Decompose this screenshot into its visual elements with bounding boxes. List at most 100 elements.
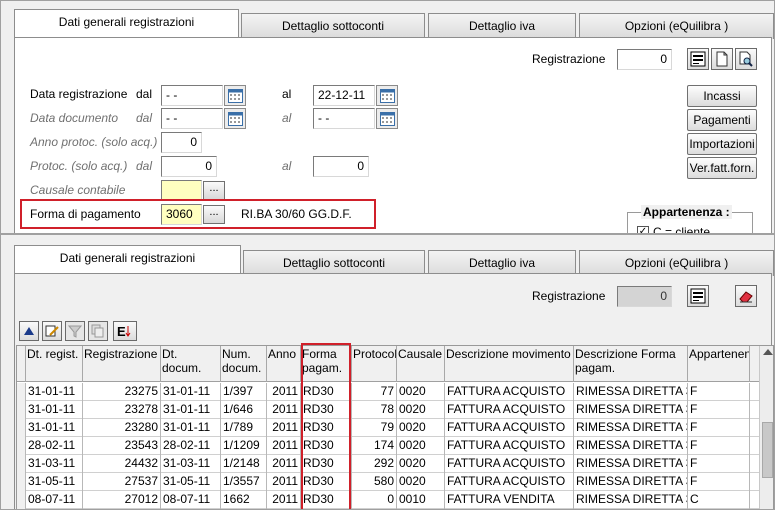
registrazione-input[interactable]: 0 — [617, 49, 672, 70]
scroll-up-icon[interactable] — [763, 349, 773, 355]
column-header-appartenenza[interactable]: Appartenen — [688, 346, 750, 382]
tab-dettaglio-iva[interactable]: Dettaglio iva — [428, 13, 576, 39]
cell-descrizione-movimento[interactable]: FATTURA VENDITA — [445, 491, 574, 509]
cell-num-docum[interactable]: 1662 — [221, 491, 267, 509]
cell-descrizione-forma[interactable]: RIMESSA DIRETTA 3 — [574, 455, 688, 473]
causale-lookup-button[interactable]: ... — [203, 181, 225, 200]
search-document-button[interactable] — [735, 48, 757, 70]
cell-descrizione-forma[interactable]: RIMESSA DIRETTA 3 — [574, 473, 688, 491]
cell-num-docum[interactable]: 1/646 — [221, 401, 267, 419]
table-row[interactable]: 31-01-11 23278 31-01-11 1/646 2011 RD30 78 0020… — [17, 401, 773, 419]
cell-dt-regist[interactable]: 31-05-11 — [26, 473, 83, 491]
cell-protocol[interactable]: 77 — [352, 383, 397, 401]
cell-dt-docum[interactable]: 31-01-11 — [161, 383, 221, 401]
cell-descrizione-movimento[interactable]: FATTURA ACQUISTO — [445, 401, 574, 419]
verifica-fatture-button[interactable]: Ver.fatt.forn. — [687, 157, 757, 179]
cell-dt-regist[interactable]: 08-07-11 — [26, 491, 83, 509]
cell-descrizione-forma[interactable]: RIMESSA DIRETTA 3 — [574, 437, 688, 455]
cell-registrazione[interactable]: 27537 — [83, 473, 161, 491]
cell-dt-docum[interactable]: 31-03-11 — [161, 455, 221, 473]
cell-num-docum[interactable]: 1/2148 — [221, 455, 267, 473]
new-document-button[interactable] — [711, 48, 733, 70]
cell-descrizione-movimento[interactable]: FATTURA ACQUISTO — [445, 455, 574, 473]
table-row[interactable]: 31-03-11 24432 31-03-11 1/2148 2011 RD30 292 00… — [17, 455, 773, 473]
row-selector[interactable] — [17, 455, 26, 473]
cell-num-docum[interactable]: 1/397 — [221, 383, 267, 401]
cell-anno[interactable]: 2011 — [267, 491, 301, 509]
table-row[interactable]: 31-01-11 23275 31-01-11 1/397 2011 RD30 77 0020… — [17, 383, 773, 401]
column-header-protocol[interactable]: Protocol — [352, 346, 397, 382]
cell-dt-docum[interactable]: 31-05-11 — [161, 473, 221, 491]
calendar-button[interactable] — [376, 108, 398, 129]
column-header-num-docum[interactable]: Num. docum. — [221, 346, 267, 382]
cell-causale[interactable]: 0020 — [397, 455, 445, 473]
cell-dt-docum[interactable]: 08-07-11 — [161, 491, 221, 509]
cell-causale[interactable]: 0020 — [397, 419, 445, 437]
cell-registrazione[interactable]: 24432 — [83, 455, 161, 473]
column-header-causale[interactable]: Causale — [397, 346, 445, 382]
cell-anno[interactable]: 2011 — [267, 437, 301, 455]
table-row[interactable]: 31-01-11 23280 31-01-11 1/789 2011 RD30 79 0020… — [17, 419, 773, 437]
cell-anno[interactable]: 2011 — [267, 401, 301, 419]
cell-descrizione-forma[interactable]: RIMESSA DIRETTA 3 — [574, 419, 688, 437]
table-row[interactable]: 28-02-11 23543 28-02-11 1/1209 2011 RD30 174 00… — [17, 437, 773, 455]
tab-dati-generali[interactable]: Dati generali registrazioni — [14, 9, 239, 37]
data-registrazione-to-input[interactable]: 22-12-11 — [313, 85, 375, 106]
column-header-dt-regist[interactable]: Dt. regist. — [26, 346, 83, 382]
cell-descrizione-forma[interactable]: RIMESSA DIRETTA 3 — [574, 491, 688, 509]
cell-registrazione[interactable]: 23275 — [83, 383, 161, 401]
cell-dt-regist[interactable]: 31-01-11 — [26, 401, 83, 419]
cell-causale[interactable]: 0010 — [397, 491, 445, 509]
cell-protocol[interactable]: 580 — [352, 473, 397, 491]
cell-descrizione-forma[interactable]: RIMESSA DIRETTA 3 — [574, 401, 688, 419]
cell-descrizione-movimento[interactable]: FATTURA ACQUISTO — [445, 473, 574, 491]
cell-appartenenza[interactable]: F — [688, 419, 750, 437]
cell-descrizione-movimento[interactable]: FATTURA ACQUISTO — [445, 437, 574, 455]
cell-appartenenza[interactable]: F — [688, 437, 750, 455]
registrazione-input[interactable]: 0 — [617, 286, 672, 307]
row-selector[interactable] — [17, 473, 26, 491]
form-view-button[interactable] — [687, 48, 709, 70]
cell-appartenenza[interactable]: C — [688, 491, 750, 509]
calendar-button[interactable] — [224, 85, 246, 106]
cell-dt-regist[interactable]: 31-01-11 — [26, 383, 83, 401]
cell-num-docum[interactable]: 1/1209 — [221, 437, 267, 455]
cell-anno[interactable]: 2011 — [267, 419, 301, 437]
cell-dt-regist[interactable]: 28-02-11 — [26, 437, 83, 455]
cell-registrazione[interactable]: 23278 — [83, 401, 161, 419]
cell-registrazione[interactable]: 27012 — [83, 491, 161, 509]
cell-protocol[interactable]: 79 — [352, 419, 397, 437]
cell-registrazione[interactable]: 23543 — [83, 437, 161, 455]
cell-protocol[interactable]: 0 — [352, 491, 397, 509]
cell-appartenenza[interactable]: F — [688, 401, 750, 419]
cell-protocol[interactable]: 78 — [352, 401, 397, 419]
copy-button[interactable] — [88, 321, 108, 341]
appartenenza-checkbox[interactable]: ✓ — [637, 226, 649, 233]
export-button[interactable]: E — [113, 321, 137, 341]
cell-descrizione-movimento[interactable]: FATTURA ACQUISTO — [445, 383, 574, 401]
tab-dettaglio-sottoconti[interactable]: Dettaglio sottoconti — [241, 13, 425, 39]
cell-causale[interactable]: 0020 — [397, 473, 445, 491]
row-selector[interactable] — [17, 491, 26, 509]
row-selector[interactable] — [17, 383, 26, 401]
data-documento-from-input[interactable]: - - — [161, 108, 223, 129]
table-row[interactable]: 08-07-11 27012 08-07-11 1662 2011 RD30 0 0010 FA… — [17, 491, 773, 509]
cell-causale[interactable]: 0020 — [397, 383, 445, 401]
cell-dt-regist[interactable]: 31-03-11 — [26, 455, 83, 473]
cell-registrazione[interactable]: 23280 — [83, 419, 161, 437]
filter-button[interactable] — [65, 321, 85, 341]
column-header-descrizione-movimento[interactable]: Descrizione movimento — [445, 346, 574, 382]
row-selector[interactable] — [17, 419, 26, 437]
calendar-button[interactable] — [376, 85, 398, 106]
column-header-descrizione-forma[interactable]: Descrizione Forma pagam. — [574, 346, 688, 382]
table-row[interactable]: 31-05-11 27537 31-05-11 1/3557 2011 RD30 580 00… — [17, 473, 773, 491]
calendar-button[interactable] — [224, 108, 246, 129]
cell-appartenenza[interactable]: F — [688, 455, 750, 473]
column-header-registrazione[interactable]: Registrazione — [83, 346, 161, 382]
cell-dt-docum[interactable]: 31-01-11 — [161, 419, 221, 437]
form-view-button[interactable] — [687, 285, 709, 307]
data-documento-to-input[interactable]: - - — [313, 108, 375, 129]
cell-protocol[interactable]: 174 — [352, 437, 397, 455]
cell-appartenenza[interactable]: F — [688, 473, 750, 491]
protocollo-from-input[interactable]: 0 — [161, 156, 217, 177]
